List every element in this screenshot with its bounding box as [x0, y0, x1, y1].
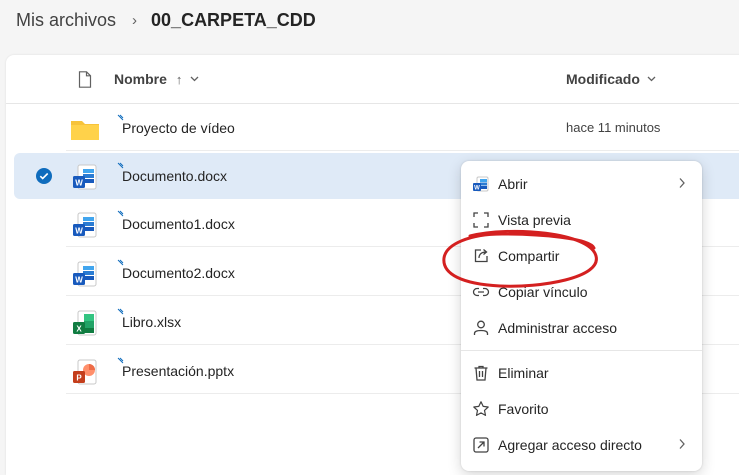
word-icon: W — [73, 261, 97, 287]
menu-item-label: Vista previa — [498, 212, 571, 228]
menu-item-favorito[interactable]: Favorito — [461, 392, 702, 426]
shortcut-icon — [473, 437, 489, 453]
svg-text:W: W — [75, 276, 83, 285]
chevron-right-icon — [679, 178, 685, 188]
breadcrumb-root[interactable]: Mis archivos — [16, 10, 116, 31]
preview-icon — [473, 212, 489, 228]
svg-text:P: P — [76, 374, 82, 383]
word-icon: W — [473, 176, 489, 192]
name-column-label: Nombre — [114, 71, 167, 87]
menu-item-label: Eliminar — [498, 365, 549, 381]
context-menu: W Abrir Vista previa Compartir Copiar ví… — [461, 161, 702, 471]
file-name[interactable]: Libro.xlsx — [122, 314, 181, 330]
breadcrumb-current: 00_CARPETA_CDD — [151, 9, 316, 30]
menu-item-label: Favorito — [498, 401, 549, 417]
file-name[interactable]: Documento1.docx — [122, 216, 235, 232]
powerpoint-icon: P — [73, 359, 97, 385]
file-name[interactable]: Proyecto de vídeo — [122, 120, 235, 136]
star-icon — [473, 401, 489, 416]
file-name[interactable]: Documento.docx — [122, 168, 227, 184]
menu-item-label: Abrir — [498, 176, 528, 192]
name-column-header[interactable]: Nombre ↑ — [114, 71, 199, 87]
breadcrumb: Mis archivos › 00_CARPETA_CDD — [16, 9, 316, 31]
list-item[interactable]: Proyecto de vídeo hace 11 minutos — [14, 105, 739, 151]
person-icon — [473, 320, 489, 335]
menu-item-label: Administrar acceso — [498, 320, 618, 336]
menu-item-agregar-acceso-directo[interactable]: Agregar acceso directo — [461, 428, 702, 462]
word-icon: W — [73, 164, 97, 190]
modified-column-label: Modificado — [566, 71, 640, 87]
svg-text:W: W — [474, 185, 480, 191]
menu-item-label: Agregar acceso directo — [498, 437, 642, 453]
menu-divider — [461, 350, 702, 351]
modified-column-header[interactable]: Modificado — [566, 71, 656, 87]
file-modified: hace 11 minutos — [566, 120, 661, 135]
svg-text:X: X — [76, 325, 82, 334]
excel-icon: X — [73, 310, 97, 336]
file-list-header: Nombre ↑ Modificado — [6, 55, 739, 104]
svg-text:W: W — [75, 227, 83, 236]
chevron-down-icon — [190, 73, 199, 85]
file-type-column-icon[interactable] — [78, 71, 92, 93]
svg-text:W: W — [75, 179, 83, 188]
trash-icon — [474, 365, 488, 381]
word-icon: W — [73, 212, 97, 238]
file-name[interactable]: Documento2.docx — [122, 265, 235, 281]
menu-item-eliminar[interactable]: Eliminar — [461, 356, 702, 390]
checkmark-icon[interactable] — [36, 168, 52, 184]
chevron-down-icon — [647, 73, 656, 85]
chevron-right-icon — [679, 439, 685, 449]
folder-icon — [71, 121, 99, 140]
annotation-circle — [442, 229, 598, 288]
breadcrumb-separator-icon: › — [132, 11, 138, 29]
row-divider — [66, 150, 739, 151]
file-name[interactable]: Presentación.pptx — [122, 363, 234, 379]
sort-ascending-icon: ↑ — [175, 71, 183, 87]
menu-item-abrir[interactable]: W Abrir — [461, 167, 702, 201]
menu-item-administrar-acceso[interactable]: Administrar acceso — [461, 311, 702, 345]
